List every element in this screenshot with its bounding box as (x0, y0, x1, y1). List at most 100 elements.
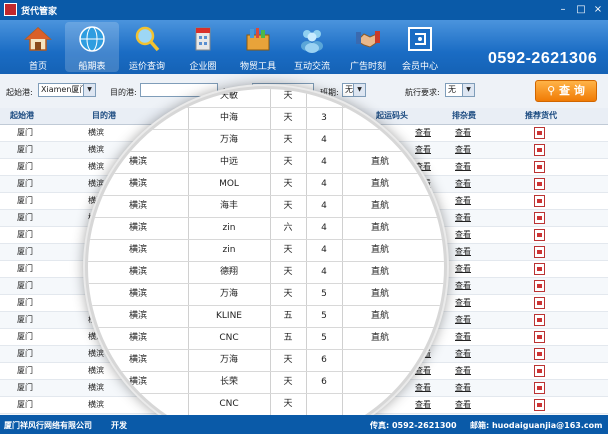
view-fees-link[interactable]: 查看 (455, 193, 471, 209)
lens-sailing-day: 天 (283, 245, 293, 255)
lens-days (306, 89, 342, 107)
view-fees-link[interactable]: 查看 (455, 159, 471, 175)
lens-days: 3 (321, 113, 327, 123)
recommend-doc-icon[interactable] (534, 348, 545, 360)
lens-days: 4 (321, 179, 327, 189)
lens-dest (108, 393, 168, 415)
hotline-phone: 0592-2621306 (488, 50, 598, 67)
lens-row: 横滨 万海 天 6 (88, 349, 444, 372)
col-recommend: 推荐货代 (525, 111, 557, 120)
toolbar-member[interactable]: 会员中心 (393, 22, 447, 72)
toolbar-ads[interactable]: 广告时刻 (341, 22, 395, 72)
lens-dest: 横滨 (128, 245, 147, 255)
recommend-doc-icon[interactable] (534, 280, 545, 292)
lens-dest: 横滨 (128, 355, 147, 365)
lens-sailing-day: 六 (283, 223, 293, 233)
recommend-doc-icon[interactable] (534, 297, 545, 309)
lens-carrier: zin (222, 223, 236, 233)
view-fees-link[interactable]: 查看 (455, 142, 471, 158)
toolbar-freight-query[interactable]: 运价查询 (120, 22, 174, 72)
toolbar-enterprise[interactable]: 企业圈 (176, 22, 230, 72)
toolbar-tools[interactable]: 物贸工具 (231, 22, 285, 72)
col-fees: 排杂费 (452, 111, 476, 120)
minimize-icon[interactable]: – (556, 3, 570, 16)
lens-days: 5 (321, 311, 327, 321)
recommend-doc-icon[interactable] (534, 399, 545, 411)
view-fees-link[interactable]: 查看 (455, 346, 471, 362)
lens-row: 横滨 zin 天 4 直航 (88, 239, 444, 262)
lens-mode (350, 129, 410, 151)
recommend-doc-icon[interactable] (534, 365, 545, 377)
row-origin: 厦门 (17, 366, 33, 375)
recommend-doc-icon[interactable] (534, 229, 545, 241)
lens-row: 横滨 zin 六 4 直航 (88, 217, 444, 240)
toolbar-home[interactable]: 首页 (11, 22, 65, 72)
voyage-select[interactable]: 无 ▼ (445, 83, 475, 97)
view-fees-link[interactable]: 查看 (455, 363, 471, 379)
lens-mode: 直航 (370, 289, 389, 299)
lens-sailing-day: 天 (283, 289, 293, 299)
chevron-down-icon: ▼ (462, 84, 474, 96)
lens-dest: 横滨 (128, 333, 147, 343)
col-origin: 起始港 (10, 111, 34, 120)
lens-dest: 横滨 (128, 223, 147, 233)
view-fees-link[interactable]: 查看 (455, 380, 471, 396)
maximize-icon[interactable]: □ (574, 3, 588, 16)
row-origin: 厦门 (17, 213, 33, 222)
lens-days: 5 (321, 333, 327, 343)
view-fees-link[interactable]: 查看 (455, 295, 471, 311)
member-icon (408, 27, 432, 51)
lens-carrier: MOL (219, 179, 239, 189)
lens-sailing-day: 天 (283, 157, 293, 167)
main-toolbar: 首页 船期表 运价查询 企业圈 物贸工具 互动交流 广告时刻 会员中心 0592… (0, 20, 608, 74)
toolbar-schedule[interactable]: 船期表 (65, 22, 119, 72)
recommend-doc-icon[interactable] (534, 263, 545, 275)
lens-row: 横滨 万海 天 5 直航 (88, 283, 444, 306)
row-origin: 厦门 (17, 332, 33, 341)
lens-carrier: 天敏 (219, 91, 238, 101)
recommend-doc-icon[interactable] (534, 161, 545, 173)
lens-row: 天敏 天 (88, 89, 444, 108)
toolbar-community[interactable]: 互动交流 (285, 22, 339, 72)
recommend-doc-icon[interactable] (534, 246, 545, 258)
recommend-doc-icon[interactable] (534, 212, 545, 224)
row-origin: 厦门 (17, 247, 33, 256)
lens-days: 4 (321, 157, 327, 167)
view-fees-link[interactable]: 查看 (455, 278, 471, 294)
view-fees-link[interactable]: 查看 (455, 176, 471, 192)
lens-sailing-day: 天 (283, 267, 293, 277)
recommend-doc-icon[interactable] (534, 144, 545, 156)
lens-mode: 直航 (370, 179, 389, 189)
close-icon[interactable]: × (591, 3, 605, 16)
lens-carrier: zin (222, 245, 236, 255)
app-title: 货代管家 (21, 7, 58, 17)
lens-mode: 直航 (370, 267, 389, 277)
view-fees-link[interactable]: 查看 (455, 210, 471, 226)
view-fees-link[interactable]: 查看 (455, 227, 471, 243)
lens-carrier: 万海 (219, 355, 238, 365)
search-icon: ⚲ (547, 84, 560, 97)
view-fees-link[interactable]: 查看 (455, 312, 471, 328)
lens-dest: 横滨 (128, 179, 147, 189)
lens-dest: 横滨 (128, 201, 147, 211)
view-fees-link[interactable]: 查看 (455, 244, 471, 260)
lens-days: 4 (321, 135, 327, 145)
lens-mode (350, 371, 410, 393)
view-fees-link[interactable]: 查看 (455, 261, 471, 277)
lens-mode (350, 107, 410, 129)
recommend-doc-icon[interactable] (534, 331, 545, 343)
recommend-doc-icon[interactable] (534, 127, 545, 139)
row-origin: 厦门 (17, 230, 33, 239)
recommend-doc-icon[interactable] (534, 195, 545, 207)
magnifier-lens: 天敏天中海天 3 万海天 4 横滨 中远天 4 直航 横滨 MOL 天 4 直航 横滨 海丰天 4 直航 横滨 zi… (85, 86, 447, 434)
recommend-doc-icon[interactable] (534, 314, 545, 326)
lens-dest (108, 107, 168, 129)
recommend-doc-icon[interactable] (534, 178, 545, 190)
view-fees-link[interactable]: 查看 (455, 397, 471, 413)
recommend-doc-icon[interactable] (534, 382, 545, 394)
lens-row: 万海 天 4 (88, 129, 444, 152)
query-button[interactable]: ⚲ 查 询 (535, 80, 597, 102)
title-bar: 货代管家 – □ × (0, 0, 608, 20)
view-fees-link[interactable]: 查看 (455, 125, 471, 141)
view-fees-link[interactable]: 查看 (455, 329, 471, 345)
